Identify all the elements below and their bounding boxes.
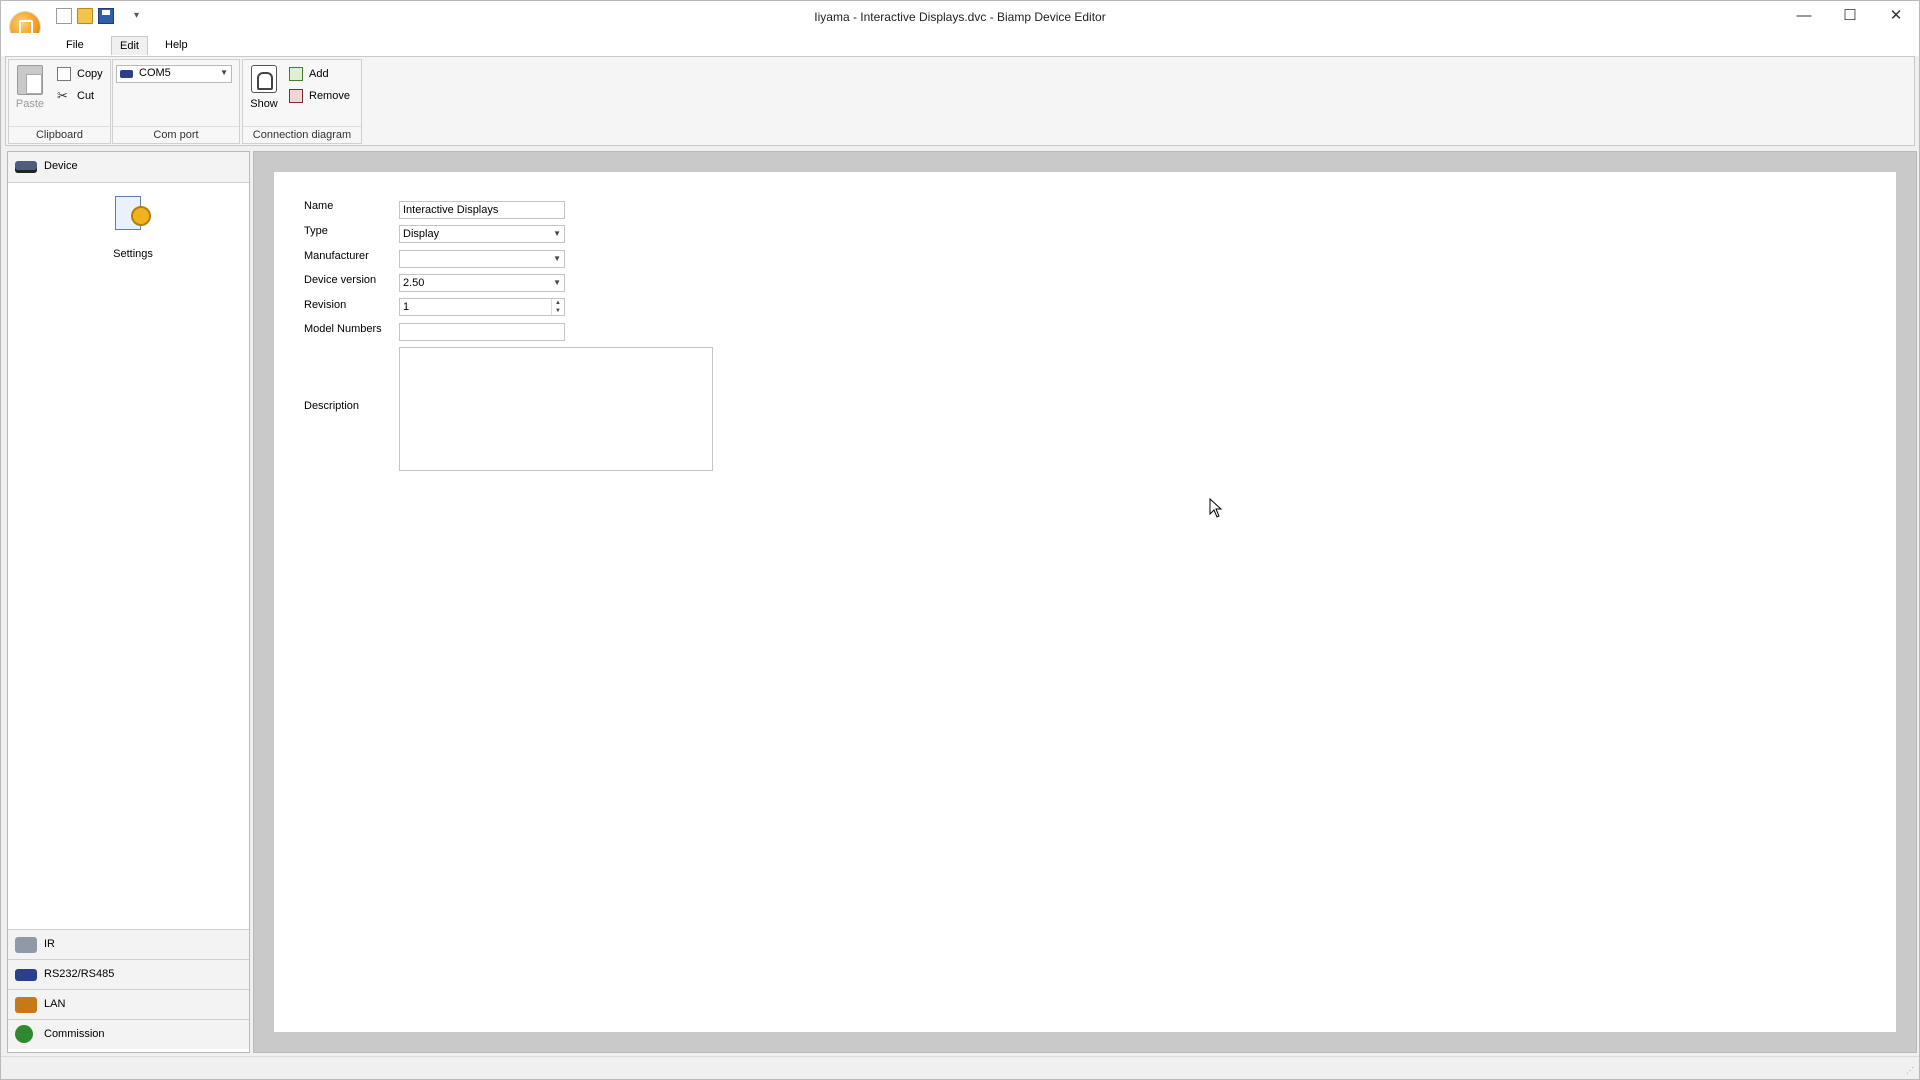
type-value: Display bbox=[403, 228, 440, 240]
remove-icon bbox=[289, 89, 303, 103]
type-select[interactable]: Display ▼ bbox=[399, 225, 565, 243]
application-window: ▾ Iiyama - Interactive Displays.dvc - Bi… bbox=[0, 0, 1920, 1080]
remove-button[interactable]: Remove bbox=[289, 87, 350, 105]
add-label: Add bbox=[309, 68, 329, 80]
maximize-button[interactable]: ☐ bbox=[1827, 1, 1873, 33]
serial-icon bbox=[15, 969, 37, 981]
device-icon bbox=[15, 161, 37, 173]
minimize-button[interactable]: — bbox=[1781, 1, 1827, 33]
settings-form: Name Interactive Displays Type Display ▼… bbox=[274, 172, 1896, 1032]
add-icon bbox=[289, 67, 303, 81]
content-area: Name Interactive Displays Type Display ▼… bbox=[253, 151, 1917, 1053]
revision-value: 1 bbox=[403, 301, 410, 313]
chevron-down-icon: ▼ bbox=[220, 68, 228, 77]
ir-icon bbox=[15, 937, 37, 953]
com-port-value: COM5 bbox=[139, 67, 171, 79]
chevron-down-icon: ▼ bbox=[553, 254, 561, 263]
nav-ir-label: IR bbox=[44, 938, 55, 950]
settings-gear-icon bbox=[113, 194, 151, 234]
menu-bar: File Edit Help bbox=[1, 33, 1919, 56]
description-textarea[interactable] bbox=[399, 347, 713, 471]
nav-lan-label: LAN bbox=[44, 998, 66, 1010]
menu-edit[interactable]: Edit bbox=[111, 36, 148, 55]
nav-lan[interactable]: LAN bbox=[8, 989, 249, 1019]
manufacturer-label: Manufacturer bbox=[304, 250, 369, 262]
type-label: Type bbox=[304, 225, 328, 237]
settings-label: Settings bbox=[113, 248, 153, 260]
chevron-down-icon: ▼ bbox=[553, 229, 561, 238]
clipboard-group-label: Clipboard bbox=[9, 126, 110, 143]
diagram-icon bbox=[251, 65, 277, 93]
scissors-icon: ✂ bbox=[57, 88, 68, 103]
device-label: Device bbox=[44, 160, 78, 172]
description-label: Description bbox=[304, 400, 360, 412]
device-version-value: 2.50 bbox=[403, 277, 425, 289]
copy-button[interactable]: Copy bbox=[57, 65, 103, 83]
manufacturer-select[interactable]: ▼ bbox=[399, 250, 565, 268]
com-port-group: COM5 ▼ Com port bbox=[112, 59, 240, 144]
title-bar: ▾ Iiyama - Interactive Displays.dvc - Bi… bbox=[1, 1, 1919, 42]
ribbon: Paste Copy ✂ Cut Clipboard COM5 ▼ Com po… bbox=[5, 56, 1915, 146]
device-version-select[interactable]: 2.50 ▼ bbox=[399, 274, 565, 292]
cut-label: Cut bbox=[77, 90, 95, 102]
copy-label: Copy bbox=[77, 68, 103, 80]
status-bar: ⋰ bbox=[1, 1056, 1919, 1079]
clipboard-group: Paste Copy ✂ Cut Clipboard bbox=[8, 59, 111, 144]
model-numbers-label: Model Numbers bbox=[304, 323, 382, 335]
navigation-panel: Device Settings IR RS232/RS485 LAN Commi… bbox=[7, 151, 250, 1053]
show-label: Show bbox=[250, 98, 278, 110]
nav-commission[interactable]: Commission bbox=[8, 1019, 249, 1049]
com-port-select[interactable]: COM5 ▼ bbox=[116, 65, 232, 83]
revision-stepper[interactable]: 1 ▲ ▼ bbox=[399, 298, 565, 316]
settings-item[interactable]: Settings bbox=[90, 190, 176, 268]
serial-port-icon bbox=[120, 70, 133, 78]
paste-button[interactable]: Paste bbox=[13, 63, 47, 111]
name-input[interactable]: Interactive Displays bbox=[399, 201, 565, 219]
com-port-group-label: Com port bbox=[113, 126, 239, 143]
revision-label: Revision bbox=[304, 299, 347, 311]
nav-commission-label: Commission bbox=[44, 1028, 105, 1040]
remove-label: Remove bbox=[309, 90, 350, 102]
model-numbers-input[interactable] bbox=[399, 323, 565, 341]
device-header[interactable]: Device bbox=[8, 152, 249, 183]
connection-diagram-group-label: Connection diagram bbox=[243, 126, 361, 143]
paste-icon bbox=[17, 65, 43, 95]
chevron-down-icon: ▼ bbox=[553, 278, 561, 287]
cut-button[interactable]: ✂ Cut bbox=[57, 87, 94, 105]
resize-grip-icon[interactable]: ⋰ bbox=[1906, 1066, 1916, 1076]
close-button[interactable]: ✕ bbox=[1873, 1, 1919, 33]
show-button[interactable]: Show bbox=[247, 63, 281, 113]
connection-diagram-group: Show Add Remove Connection diagram bbox=[242, 59, 362, 144]
menu-help[interactable]: Help bbox=[157, 36, 196, 54]
nav-ir[interactable]: IR bbox=[8, 929, 249, 959]
add-button[interactable]: Add bbox=[289, 65, 329, 83]
nav-rs232-label: RS232/RS485 bbox=[44, 968, 115, 980]
menu-file[interactable]: File bbox=[58, 36, 92, 54]
name-label: Name bbox=[304, 200, 334, 212]
copy-icon bbox=[57, 67, 71, 81]
lan-icon bbox=[15, 997, 37, 1013]
paste-label: Paste bbox=[15, 98, 45, 110]
nav-rs232-rs485[interactable]: RS232/RS485 bbox=[8, 959, 249, 989]
spin-arrows-icon[interactable]: ▲ ▼ bbox=[551, 299, 564, 315]
window-title: Iiyama - Interactive Displays.dvc - Biam… bbox=[814, 10, 1106, 24]
device-version-label: Device version bbox=[304, 274, 377, 286]
commission-icon bbox=[15, 1025, 33, 1043]
